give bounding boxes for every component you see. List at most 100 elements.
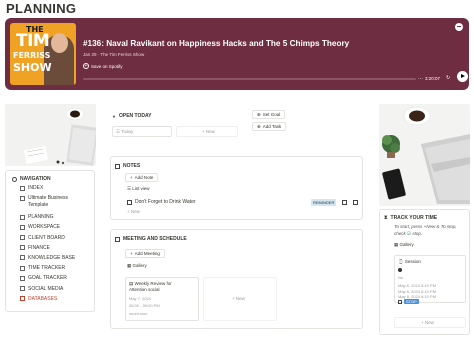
nav-item-label: Ultimate Business Template: [28, 195, 69, 209]
notes-heading-label: NOTES: [123, 163, 141, 169]
meeting-card[interactable]: ▤ Weekly Review for Attention social May…: [125, 277, 199, 321]
track-time-heading: ⧗ TRACK YOUR TIME: [384, 215, 437, 221]
notes-new-label: New: [130, 209, 140, 214]
list-view-label: List view: [132, 186, 150, 191]
clock-icon: ⌚: [398, 259, 405, 264]
meeting-link[interactable]: zoom.com: [129, 311, 147, 316]
desk-image: [5, 104, 96, 166]
add-note-button[interactable]: + Add Note: [125, 173, 159, 182]
list-view-tab[interactable]: ☰ List view: [127, 186, 150, 192]
nav-item-databases[interactable]: DATABASES: [20, 296, 78, 306]
session-card[interactable]: ⌚ Session No May 8, 2024 8:10 PM May 8, …: [394, 255, 466, 304]
nav-item-goal-tracker[interactable]: GOAL TRACKER: [20, 275, 78, 285]
set-goal-label: Set Goal: [262, 112, 281, 117]
page-icon: [20, 275, 25, 281]
plus-icon: +: [130, 251, 133, 256]
notes-heading: NOTES: [115, 163, 140, 169]
nav-item-finance[interactable]: FINANCE: [20, 245, 78, 255]
reminder-tag: REMINDER: [311, 199, 337, 206]
open-today-heading[interactable]: ▼ OPEN TODAY: [112, 113, 151, 119]
notes-new-button[interactable]: + New: [127, 209, 140, 214]
nav-item-client-board[interactable]: CLIENT BOARD: [20, 235, 78, 245]
cover-head: [51, 33, 68, 53]
page-icon: [20, 265, 25, 271]
compass-icon: [12, 176, 17, 182]
tracker-instructions: To start, press +New & To stop, check ☑ …: [394, 224, 468, 237]
navigation-panel: NAVIGATION INDEX Ultimate Business Templ…: [5, 170, 95, 312]
today-view-tab[interactable]: ☰ Today: [112, 126, 172, 137]
gallery-view-label: Gallery: [132, 263, 147, 268]
set-goal-button[interactable]: ⊕ Set Goal: [252, 110, 286, 119]
meeting-block: MEETING AND SCHEDULE + Add Meeting ▦ Gall…: [110, 229, 363, 329]
meeting-new-button[interactable]: + New: [203, 277, 277, 321]
page-icon: [20, 235, 25, 241]
plus-circle-icon: +: [83, 63, 89, 69]
laptop-image: [379, 104, 470, 206]
session-dot: [398, 268, 402, 272]
checkbox-checked-icon: ☑: [407, 230, 412, 236]
page-icon: [20, 214, 25, 220]
save-on-spotify-button[interactable]: + Save on Spotify: [83, 63, 123, 69]
tracker-gallery-tab[interactable]: ▦ Gallery: [394, 242, 414, 248]
note-checkbox-1[interactable]: [342, 200, 347, 205]
open-today-new-button[interactable]: + New: [176, 126, 238, 137]
progress-bar[interactable]: [83, 78, 416, 80]
nav-item-label: TIME TRACKER: [28, 265, 66, 272]
nav-item-planning[interactable]: PLANNING: [20, 214, 78, 224]
page-icon: [20, 245, 25, 251]
add-task-label: Add Task: [262, 124, 282, 129]
nav-item-label: DATABASES: [28, 295, 58, 302]
plus-icon: ⊕: [257, 123, 261, 129]
play-button[interactable]: [457, 71, 468, 82]
tracker-new-button[interactable]: + New: [394, 317, 466, 328]
note-icon: [127, 199, 132, 205]
meeting-heading: MEETING AND SCHEDULE: [115, 236, 187, 242]
add-meeting-button[interactable]: + Add Meeting: [125, 249, 165, 258]
navigation-list: INDEX Ultimate Business Template PLANNIN…: [20, 185, 78, 306]
stop-checkbox-box[interactable]: [398, 299, 402, 304]
stop-checkbox[interactable]: STOP: [398, 299, 419, 304]
spotify-logo-icon[interactable]: [455, 23, 463, 31]
note-row[interactable]: Don't Forget to Drink Water: [127, 199, 196, 205]
database-icon: [20, 296, 25, 302]
session-title-label: Session: [404, 259, 421, 264]
desk-illustration: [5, 104, 96, 166]
more-options-icon[interactable]: ···: [418, 76, 423, 82]
nav-item-label: WORKSPACE: [28, 224, 61, 231]
chevron-down-icon: ▼: [112, 113, 116, 119]
gallery-view-tab[interactable]: ▦ Gallery: [127, 263, 147, 269]
nav-item-knowledge-base[interactable]: KNOWLEDGE BASE: [20, 255, 78, 265]
nav-item-social-media[interactable]: SOCIAL MEDIA: [20, 286, 78, 296]
episode-title[interactable]: #136: Naval Ravikant on Happiness Hacks …: [83, 39, 349, 48]
plus-icon: ⊕: [257, 111, 261, 117]
nav-item-ultimate-business-template[interactable]: Ultimate Business Template: [20, 195, 78, 214]
time-tracker-block: ⧗ TRACK YOUR TIME To start, press +New &…: [379, 209, 470, 335]
nav-item-label: GOAL TRACKER: [28, 275, 67, 282]
nav-item-workspace[interactable]: WORKSPACE: [20, 224, 78, 234]
tracker-stop-word: stop.: [412, 230, 423, 236]
podcast-cover: THE TIM FERRISS SHOW: [10, 23, 76, 85]
add-task-button[interactable]: ⊕ Add Task: [252, 122, 287, 131]
episode-meta: Jan 29 · The Tim Ferriss Show: [83, 52, 145, 57]
tracker-gallery-label: Gallery: [399, 242, 414, 247]
note-checkbox-2[interactable]: [353, 200, 358, 205]
episode-duration: 3:20:07: [425, 76, 441, 81]
note-title: Don't Forget to Drink Water: [135, 199, 196, 205]
skip-icon[interactable]: ↻: [446, 75, 450, 81]
today-view-label: ☰ Today: [116, 129, 134, 134]
session-sub: No: [398, 275, 404, 280]
navigation-heading: NAVIGATION: [12, 176, 51, 182]
stop-tag: STOP: [404, 299, 419, 304]
notes-icon: [115, 163, 120, 169]
nav-item-label: INDEX: [28, 185, 44, 191]
nav-item-index[interactable]: INDEX: [20, 185, 78, 195]
tracker-new-label: + New: [421, 320, 434, 325]
page-icon: [20, 286, 25, 291]
cover-text-show: SHOW: [13, 61, 52, 74]
navigation-heading-label: NAVIGATION: [20, 176, 51, 182]
session-title: ⌚ Session: [398, 259, 421, 265]
nav-item-time-tracker[interactable]: TIME TRACKER: [20, 265, 78, 275]
page-icon: [20, 195, 25, 201]
spotify-player[interactable]: THE TIM FERRISS SHOW #136: Naval Ravikan…: [5, 18, 469, 90]
open-today-label: OPEN TODAY: [118, 113, 152, 119]
